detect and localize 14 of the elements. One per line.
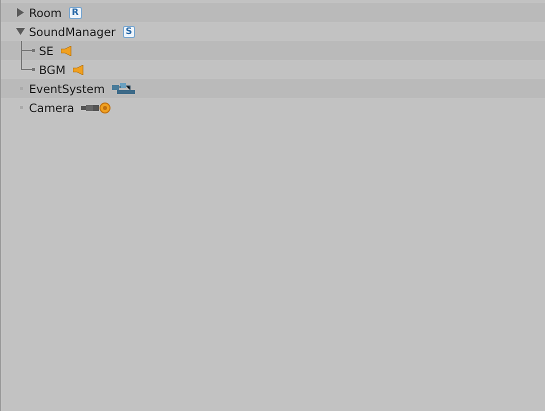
- collapse-arrow-icon[interactable]: [16, 27, 25, 36]
- network-icon: [112, 82, 136, 94]
- object-name[interactable]: SE: [39, 44, 54, 58]
- object-name[interactable]: BGM: [39, 62, 66, 76]
- speaker-icon: [72, 64, 85, 74]
- object-name[interactable]: Camera: [29, 100, 74, 114]
- camera-icon: [81, 102, 112, 114]
- object-name[interactable]: Room: [29, 6, 62, 20]
- object-name[interactable]: EventSystem: [29, 82, 105, 96]
- script-badge: S: [122, 26, 136, 38]
- script-badge: R: [68, 6, 82, 18]
- object-name[interactable]: SoundManager: [29, 24, 116, 38]
- speaker-icon: [60, 46, 73, 56]
- expand-arrow-icon[interactable]: [16, 8, 25, 17]
